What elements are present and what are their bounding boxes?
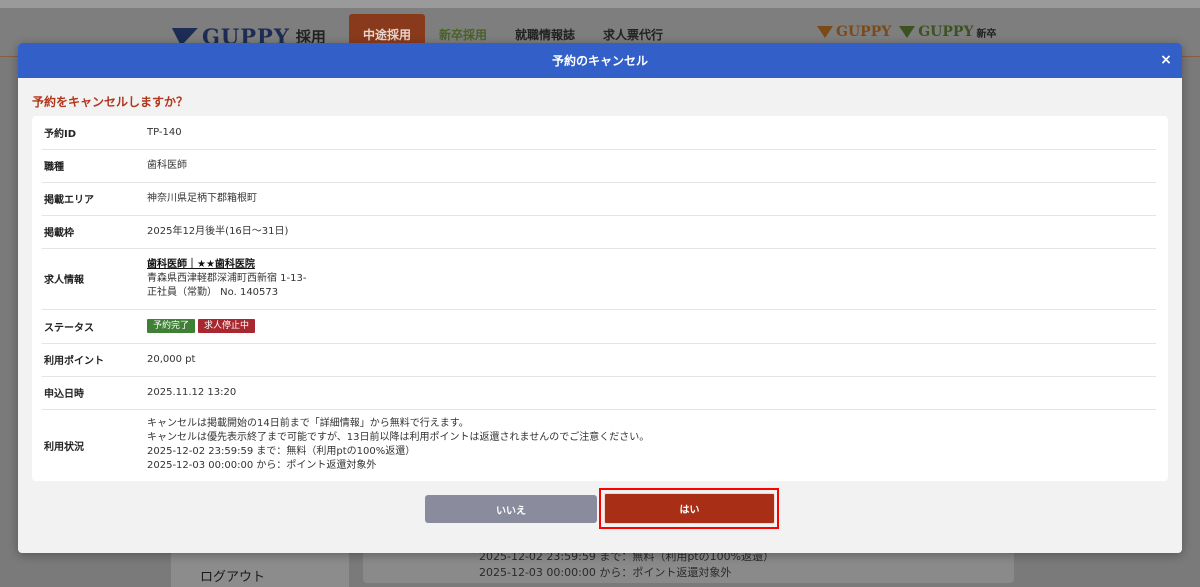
row-value: 2025.11.12 13:20 — [147, 386, 237, 398]
row-label: 利用ポイント — [44, 356, 104, 367]
detail-row-status: ステータス 予約完了 求人停止中 — [42, 309, 1156, 344]
row-label: 利用状況 — [44, 441, 84, 453]
reservation-details: 予約ID TP-140 職種 歯科医師 掲載エリア 神奈川県足柄下郡箱根町 掲載… — [32, 116, 1168, 481]
row-label: 申込日時 — [44, 389, 84, 400]
detail-row-area: 掲載エリア 神奈川県足柄下郡箱根町 — [42, 182, 1156, 216]
job-address: 青森県西津軽郡深浦町西新宿 1-13- — [147, 272, 307, 284]
job-employment: 正社員（常勤） No. 140573 — [147, 286, 279, 298]
row-value: 予約完了 求人停止中 — [147, 319, 258, 333]
no-button[interactable]: いいえ — [425, 495, 597, 523]
detail-row-slot: 掲載枠 2025年12月後半(16日〜31日) — [42, 215, 1156, 249]
guppy-fish-icon — [817, 26, 833, 38]
job-title-link[interactable]: 歯科医師｜★★歯科医院 — [147, 259, 255, 270]
sidebar-item-logout[interactable]: ログアウト — [200, 566, 265, 585]
top-bar — [0, 0, 1200, 8]
brand-name: GUPPY — [836, 24, 892, 40]
row-label: 求人情報 — [44, 275, 84, 286]
detail-row-usage: 利用状況 キャンセルは掲載開始の14日前まで「詳細情報」から無料で行えます。 キ… — [42, 409, 1156, 481]
confirm-question: 予約をキャンセルしますか？ — [32, 95, 189, 109]
usage-line: キャンセルは掲載開始の14日前まで「詳細情報」から無料で行えます。 — [147, 418, 469, 429]
detail-row-job-info: 求人情報 歯科医師｜★★歯科医院 青森県西津軽郡深浦町西新宿 1-13- 正社員… — [42, 248, 1156, 310]
row-label: 職種 — [44, 162, 64, 173]
row-label: 掲載エリア — [44, 195, 94, 206]
brand-link-guppy[interactable]: GUPPY — [817, 24, 891, 40]
row-value: キャンセルは掲載開始の14日前まで「詳細情報」から無料で行えます。 キャンセルは… — [147, 417, 649, 473]
detail-row-applied-at: 申込日時 2025.11.12 13:20 — [42, 376, 1156, 410]
detail-row-reservation-id: 予約ID TP-140 — [42, 116, 1156, 150]
row-label: 掲載枠 — [44, 228, 74, 239]
detail-row-points: 利用ポイント 20,000 pt — [42, 343, 1156, 377]
row-value: TP-140 — [147, 126, 182, 138]
brand-name: GUPPY — [918, 24, 974, 40]
row-label: ステータス — [44, 322, 94, 334]
row-value: 20,000 pt — [147, 353, 196, 365]
status-badge: 求人停止中 — [198, 319, 256, 333]
brand-link-guppy-newgrad[interactable]: GUPPY 新卒 — [899, 24, 996, 40]
content-line: 2025-12-03 00:00:00 から：ポイント返還対象外 — [479, 566, 732, 579]
close-icon[interactable]: × — [1158, 52, 1174, 68]
yes-button[interactable]: はい — [604, 493, 775, 524]
row-label: 予約ID — [44, 129, 77, 140]
cancel-reservation-modal: 予約のキャンセル × 予約をキャンセルしますか？ 予約ID TP-140 職種 … — [18, 43, 1182, 553]
status-badge: 予約完了 — [147, 319, 196, 333]
row-value: 歯科医師 — [147, 159, 187, 171]
guppy-fish-icon — [899, 26, 916, 38]
usage-line: キャンセルは優先表示終了まで可能ですが、13日前以降は利用ポイントは返還されませ… — [147, 432, 650, 443]
usage-line: 2025-12-02 23:59:59 まで：無料（利用ptの100%返還） — [147, 446, 416, 457]
modal-header: 予約のキャンセル × — [18, 43, 1182, 78]
modal-title: 予約のキャンセル — [551, 54, 648, 68]
detail-row-job-type: 職種 歯科医師 — [42, 149, 1156, 183]
brand-sub: 新卒 — [976, 28, 997, 40]
row-value: 歯科医師｜★★歯科医院 青森県西津軽郡深浦町西新宿 1-13- 正社員（常勤） … — [147, 258, 306, 300]
usage-line: 2025-12-03 00:00:00 から：ポイント返還対象外 — [147, 460, 377, 471]
brand-links: GUPPY GUPPY 新卒 — [817, 24, 996, 40]
row-value: 神奈川県足柄下郡箱根町 — [147, 192, 257, 204]
row-value: 2025年12月後半(16日〜31日) — [147, 225, 289, 237]
